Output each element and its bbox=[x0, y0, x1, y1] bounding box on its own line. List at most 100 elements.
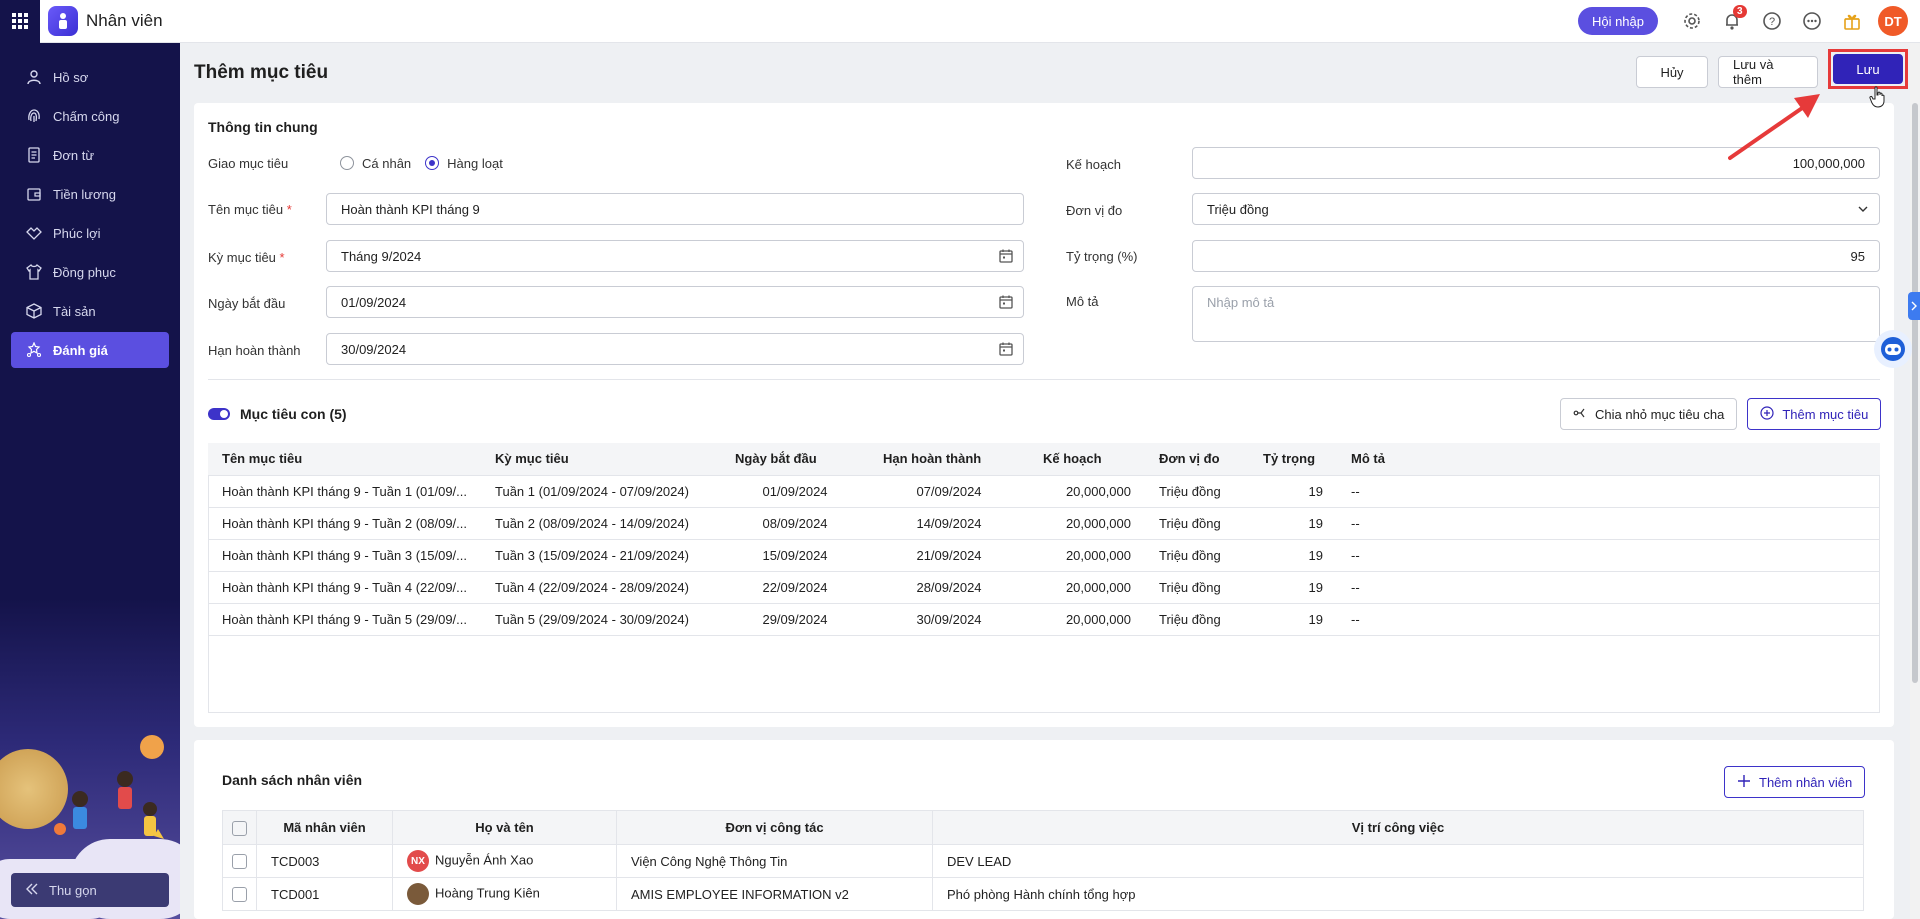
col-deadline: Hạn hoàn thành bbox=[869, 443, 1030, 476]
add-employee-button[interactable]: Thêm nhân viên bbox=[1724, 766, 1866, 798]
assign-label: Giao mục tiêu bbox=[208, 155, 289, 171]
double-chevron-left-icon bbox=[25, 882, 39, 899]
calendar-icon[interactable] bbox=[998, 248, 1014, 267]
app-name: Nhân viên bbox=[86, 11, 163, 30]
start-date-input[interactable]: 01/09/2024 bbox=[326, 286, 1024, 318]
sidebar-item-label: Đánh giá bbox=[53, 342, 108, 358]
table-row[interactable]: Hoàn thành KPI tháng 9 - Tuần 5 (29/09/.… bbox=[208, 603, 1880, 636]
calendar-icon[interactable] bbox=[998, 341, 1014, 360]
cell-weight: 19 bbox=[1249, 475, 1338, 508]
cell-unit: Triệu đồng bbox=[1145, 539, 1250, 572]
subgoals-toggle[interactable] bbox=[208, 408, 230, 420]
sidebar-item-assets[interactable]: Tài sản bbox=[11, 293, 169, 329]
cell-goal-period: Tuần 5 (29/09/2024 - 30/09/2024) bbox=[481, 603, 722, 636]
goal-period-input[interactable]: Tháng 9/2024 bbox=[326, 240, 1024, 272]
unit-select[interactable]: Triệu đồng bbox=[1192, 193, 1880, 225]
notification-bell-icon[interactable]: 3 bbox=[1712, 1, 1752, 41]
sidebar-item-label: Đơn từ bbox=[53, 147, 95, 163]
sidebar-item-benefits[interactable]: Phúc lợi bbox=[11, 215, 169, 251]
col-work-unit: Đơn vị công tác bbox=[616, 810, 933, 845]
sidebar-item-timekeeping[interactable]: Chấm công bbox=[11, 98, 169, 134]
calendar-icon[interactable] bbox=[998, 294, 1014, 313]
radio-individual[interactable] bbox=[340, 156, 354, 170]
row-checkbox[interactable] bbox=[232, 854, 247, 870]
add-goal-button[interactable]: Thêm mục tiêu bbox=[1747, 398, 1882, 430]
sidebar-item-forms[interactable]: Đơn từ bbox=[11, 137, 169, 173]
save-highlight-frame: Lưu bbox=[1828, 49, 1908, 89]
cell-goal-period: Tuần 4 (22/09/2024 - 28/09/2024) bbox=[481, 571, 722, 604]
chatbot-robot-icon[interactable] bbox=[1874, 330, 1912, 368]
select-all-checkbox[interactable] bbox=[232, 820, 247, 836]
table-row[interactable]: Hoàn thành KPI tháng 9 - Tuần 4 (22/09/.… bbox=[208, 571, 1880, 604]
unit-value: Triệu đồng bbox=[1207, 201, 1269, 217]
goal-name-input[interactable]: Hoàn thành KPI tháng 9 bbox=[326, 193, 1024, 225]
cell-start-date: 22/09/2024 bbox=[721, 571, 870, 604]
row-checkbox[interactable] bbox=[232, 887, 247, 903]
cell-start-date: 29/09/2024 bbox=[721, 603, 870, 636]
row-select-cell bbox=[222, 844, 257, 878]
save-button[interactable]: Lưu bbox=[1833, 54, 1903, 84]
cell-goal-name: Hoàn thành KPI tháng 9 - Tuần 4 (22/09/.… bbox=[208, 571, 482, 604]
cell-weight: 19 bbox=[1249, 571, 1338, 604]
cancel-button[interactable]: Hủy bbox=[1636, 56, 1708, 88]
notification-badge: 3 bbox=[1733, 5, 1747, 18]
employee-header-row: Mã nhân viên Họ và tên Đơn vị công tác V… bbox=[222, 810, 1864, 845]
app-logo-icon bbox=[48, 6, 78, 36]
top-bar: Nhân viên Hội nhập 3 ? DT bbox=[0, 0, 1920, 43]
section-divider bbox=[208, 379, 1880, 380]
cell-goal-period: Tuần 2 (08/09/2024 - 14/09/2024) bbox=[481, 507, 722, 540]
settings-gear-icon[interactable] bbox=[1672, 1, 1712, 41]
table-row[interactable]: TCD003 NX Nguyễn Ánh Xao Viện Công Nghệ T… bbox=[222, 844, 1864, 878]
user-avatar[interactable]: DT bbox=[1878, 6, 1908, 36]
table-row[interactable]: Hoàn thành KPI tháng 9 - Tuần 1 (01/09/.… bbox=[208, 475, 1880, 508]
deadline-input[interactable]: 30/09/2024 bbox=[326, 333, 1024, 365]
sidebar-item-profile[interactable]: Hồ sơ bbox=[11, 59, 169, 95]
employee-list-title: Danh sách nhân viên bbox=[222, 772, 363, 788]
plus-icon bbox=[1737, 774, 1751, 791]
app-grid-icon[interactable] bbox=[0, 0, 40, 43]
sidebar-item-uniform[interactable]: Đồng phục bbox=[11, 254, 169, 290]
more-icon[interactable] bbox=[1792, 1, 1832, 41]
integrate-button[interactable]: Hội nhập bbox=[1577, 7, 1658, 35]
employee-avatar: NX bbox=[407, 850, 429, 872]
radio-batch[interactable] bbox=[425, 156, 440, 170]
col-plan: Kế hoạch bbox=[1029, 443, 1146, 476]
annotation-arrow-icon bbox=[1728, 94, 1820, 160]
col-description: Mô tả bbox=[1337, 443, 1880, 476]
split-icon bbox=[1573, 406, 1587, 423]
deadline-value: 30/09/2024 bbox=[341, 341, 407, 357]
split-goal-button[interactable]: Chia nhỏ mục tiêu cha bbox=[1560, 398, 1738, 430]
sidebar-item-salary[interactable]: Tiền lương bbox=[11, 176, 169, 212]
deadline-label: Hạn hoàn thành bbox=[208, 342, 301, 358]
table-row[interactable]: Hoàn thành KPI tháng 9 - Tuần 2 (08/09/.… bbox=[208, 507, 1880, 540]
hand-cursor-icon bbox=[1869, 86, 1885, 108]
scrollbar-thumb[interactable] bbox=[1912, 103, 1918, 683]
employee-list-card: Danh sách nhân viên Thêm nhân viên Mã nh… bbox=[194, 740, 1894, 919]
cell-start-date: 01/09/2024 bbox=[721, 475, 870, 508]
cell-work-unit: AMIS EMPLOYEE INFORMATION v2 bbox=[616, 877, 933, 911]
col-weight: Tỷ trọng bbox=[1249, 443, 1338, 476]
sidebar-item-label: Đồng phục bbox=[53, 264, 116, 280]
page-scrollbar[interactable] bbox=[1910, 43, 1920, 919]
cell-weight: 19 bbox=[1249, 507, 1338, 540]
collapse-sidebar-button[interactable]: Thu gọn bbox=[11, 873, 169, 907]
split-goal-label: Chia nhỏ mục tiêu cha bbox=[1595, 406, 1725, 422]
weight-input[interactable]: 95 bbox=[1192, 240, 1880, 272]
employee-name: Nguyễn Ánh Xao bbox=[435, 852, 534, 868]
employee-table: Mã nhân viên Họ và tên Đơn vị công tác V… bbox=[222, 810, 1864, 911]
table-row[interactable]: Hoàn thành KPI tháng 9 - Tuần 3 (15/09/.… bbox=[208, 539, 1880, 572]
description-textarea[interactable]: Nhập mô tả bbox=[1192, 286, 1880, 342]
cell-plan: 20,000,000 bbox=[1029, 507, 1146, 540]
gift-icon[interactable] bbox=[1832, 1, 1872, 41]
radio-individual-label: Cá nhân bbox=[362, 155, 412, 171]
add-employee-label: Thêm nhân viên bbox=[1759, 774, 1853, 790]
chevron-down-icon bbox=[1857, 203, 1869, 218]
table-row[interactable]: TCD001 Hoàng Trung Kiên AMIS EMPLOYEE IN… bbox=[222, 877, 1864, 911]
sidebar-item-evaluation[interactable]: Đánh giá bbox=[11, 332, 169, 368]
goal-period-value: Tháng 9/2024 bbox=[341, 248, 422, 264]
cell-start-date: 15/09/2024 bbox=[721, 539, 870, 572]
expand-panel-tab[interactable] bbox=[1908, 292, 1920, 320]
sidebar-item-label: Tiền lương bbox=[53, 186, 116, 202]
help-icon[interactable]: ? bbox=[1752, 1, 1792, 41]
page-title: Thêm mục tiêu bbox=[194, 62, 329, 83]
